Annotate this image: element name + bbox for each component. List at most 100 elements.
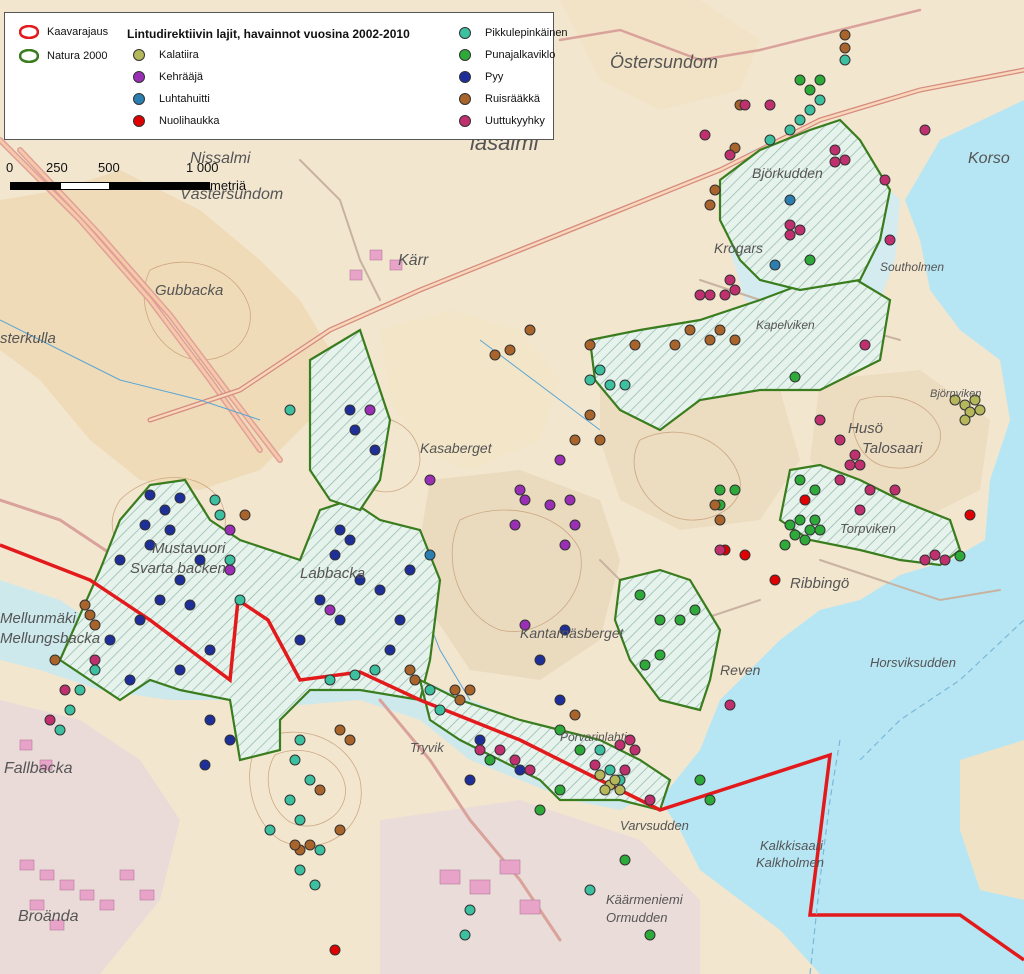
observation-marker — [509, 754, 521, 766]
observation-marker — [849, 449, 861, 461]
observation-marker — [629, 339, 641, 351]
legend-item-pikkulepinkainen: Pikkulepinkäinen — [459, 27, 568, 39]
observation-marker — [859, 339, 871, 351]
legend-label-luhtahuitti: Luhtahuitti — [159, 93, 210, 105]
observation-marker — [719, 289, 731, 301]
observation-marker — [534, 654, 546, 666]
observation-marker — [369, 444, 381, 456]
place-label: Korso — [968, 150, 1010, 167]
legend-label-kehraaja: Kehrääjä — [159, 71, 204, 83]
uuttukyyhky-marker-icon — [459, 115, 471, 127]
observation-marker — [879, 174, 891, 186]
legend-label-kaavarajaus: Kaavarajaus — [47, 26, 109, 38]
observation-marker — [554, 694, 566, 706]
observation-marker — [689, 604, 701, 616]
luhtahuitti-marker-icon — [133, 93, 145, 105]
legend-item-kehraaja: Kehrääjä — [133, 71, 203, 83]
observation-marker — [614, 784, 626, 796]
pikkulepinkainen-marker-icon — [459, 27, 471, 39]
observation-marker — [344, 534, 356, 546]
observation-marker — [704, 334, 716, 346]
observation-marker — [669, 339, 681, 351]
observation-marker — [349, 669, 361, 681]
observation-marker — [699, 129, 711, 141]
observation-marker — [434, 704, 446, 716]
place-label: Ormudden — [606, 910, 668, 925]
observation-marker — [124, 674, 136, 686]
observation-marker — [964, 509, 976, 521]
observation-marker — [804, 104, 816, 116]
observation-marker — [834, 434, 846, 446]
place-label: Kalkkisaari — [760, 838, 823, 853]
observation-marker — [464, 904, 476, 916]
scale-segment-3 — [110, 182, 210, 190]
observation-marker — [559, 539, 571, 551]
observation-marker — [714, 544, 726, 556]
observation-marker — [594, 364, 606, 376]
observation-marker — [644, 794, 656, 806]
observation-marker — [814, 94, 826, 106]
legend-label-uuttukyyhky: Uuttukyyhky — [485, 115, 545, 127]
observation-marker — [374, 584, 386, 596]
legend-label-punajalkaviklo: Punajalkaviklo — [485, 49, 556, 61]
observation-marker — [89, 619, 101, 631]
observation-marker — [864, 484, 876, 496]
observation-marker — [459, 929, 471, 941]
place-label: Reven — [720, 662, 761, 678]
observation-marker — [284, 404, 296, 416]
observation-marker — [314, 594, 326, 606]
observation-marker — [604, 379, 616, 391]
observation-marker — [694, 289, 706, 301]
observation-marker — [799, 534, 811, 546]
observation-marker — [184, 599, 196, 611]
observation-marker — [454, 694, 466, 706]
observation-marker — [709, 499, 721, 511]
place-label: Björkudden — [752, 165, 823, 181]
observation-marker — [739, 549, 751, 561]
observation-marker — [324, 604, 336, 616]
place-label: Gubbacka — [155, 282, 224, 299]
observation-marker — [619, 764, 631, 776]
observation-marker — [974, 404, 986, 416]
observation-marker — [384, 644, 396, 656]
observation-marker — [524, 324, 536, 336]
observation-marker — [424, 684, 436, 696]
observation-marker — [854, 459, 866, 471]
natura-area-kantarnas — [613, 568, 722, 712]
legend-item-pyy: Pyy — [459, 71, 503, 83]
natura-area-mustavuori — [58, 478, 442, 762]
legend-title: Lintudirektiivin lajit, havainnot vuosin… — [127, 27, 410, 41]
observation-marker — [834, 474, 846, 486]
observation-marker — [784, 229, 796, 241]
legend-item-luhtahuitti: Luhtahuitti — [133, 93, 210, 105]
observation-marker — [524, 764, 536, 776]
observation-marker — [204, 714, 216, 726]
observation-marker — [329, 549, 341, 561]
scale-bar: 0 250 500 1 000 metriä — [6, 160, 270, 196]
observation-marker — [804, 254, 816, 266]
observation-marker — [919, 124, 931, 136]
legend-label-ruisraakka: Ruisrääkkä — [485, 93, 541, 105]
observation-marker — [174, 492, 186, 504]
observation-marker — [609, 774, 621, 786]
observation-marker — [804, 524, 816, 536]
legend-item-natura: Natura 2000 — [19, 49, 108, 63]
observation-marker — [494, 744, 506, 756]
observation-marker — [779, 539, 791, 551]
observation-marker — [344, 404, 356, 416]
place-label: Tryvik — [410, 740, 444, 755]
observation-marker — [584, 884, 596, 896]
place-label: Mellungsbacka — [0, 630, 101, 647]
observation-marker — [814, 74, 826, 86]
observation-marker — [309, 879, 321, 891]
observation-marker — [349, 424, 361, 436]
observation-marker — [224, 734, 236, 746]
place-label: Käärmeniemi — [606, 892, 683, 907]
observation-marker — [619, 379, 631, 391]
legend-label-kalatiira: Kalatiira — [159, 49, 199, 61]
scale-label-500: 500 — [98, 160, 120, 175]
legend-item-kaavarajaus: Kaavarajaus — [19, 25, 108, 39]
place-label: Broända — [18, 908, 79, 925]
observation-marker — [789, 371, 801, 383]
legend-item-ruisraakka: Ruisrääkkä — [459, 93, 540, 105]
